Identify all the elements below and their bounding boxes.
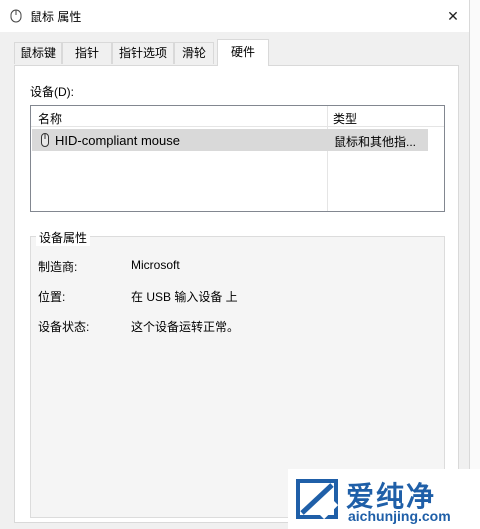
window-title: 鼠标 属性 bbox=[30, 10, 82, 24]
title-bar: 鼠标 属性 ✕ bbox=[0, 0, 469, 32]
tab-label: 指针 bbox=[74, 46, 99, 60]
tab-wheel[interactable]: 滑轮 bbox=[174, 42, 214, 64]
device-status-label: 设备状态: bbox=[38, 320, 90, 334]
close-button[interactable]: ✕ bbox=[437, 0, 469, 32]
tab-label: 鼠标键 bbox=[20, 46, 57, 60]
column-separator[interactable] bbox=[327, 106, 328, 211]
device-name: HID-compliant mouse bbox=[55, 133, 180, 148]
devices-label: 设备(D): bbox=[30, 85, 74, 99]
aichunjing-logo-icon bbox=[296, 479, 339, 520]
mouse-icon bbox=[10, 9, 22, 23]
mouse-icon bbox=[41, 133, 49, 147]
device-list-header: 名称 类型 bbox=[31, 106, 444, 127]
location-label: 位置: bbox=[38, 290, 66, 304]
column-header-type[interactable]: 类型 bbox=[333, 110, 357, 127]
watermark-url: aichunjing.com bbox=[348, 508, 451, 524]
device-row[interactable]: HID-compliant mouse 鼠标和其他指... bbox=[32, 129, 428, 151]
tab-label: 滑轮 bbox=[181, 46, 206, 60]
manufacturer-value: Microsoft bbox=[131, 258, 180, 272]
device-status-value: 这个设备运转正常。 bbox=[131, 320, 240, 334]
tab-buttons[interactable]: 鼠标键 bbox=[14, 42, 62, 64]
tab-pointers[interactable]: 指针 bbox=[62, 42, 112, 64]
tab-label: 指针选项 bbox=[118, 46, 167, 60]
manufacturer-label: 制造商: bbox=[38, 260, 78, 274]
watermark: 爱纯净 aichunjing.com bbox=[288, 469, 480, 529]
device-properties-title: 设备属性 bbox=[36, 229, 91, 246]
tab-hardware[interactable]: 硬件 bbox=[217, 39, 269, 66]
tab-pointer-options[interactable]: 指针选项 bbox=[112, 42, 174, 64]
close-icon: ✕ bbox=[447, 7, 459, 24]
background-window-edge bbox=[470, 0, 480, 529]
device-list[interactable]: 名称 类型 HID-compliant mouse 鼠标和其他指... bbox=[30, 105, 445, 212]
column-header-name[interactable]: 名称 bbox=[38, 110, 62, 127]
device-type: 鼠标和其他指... bbox=[334, 135, 417, 149]
mouse-properties-dialog: 鼠标 属性 ✕ 鼠标键 指针 指针选项 滑轮 硬件 设备(D): 名称 类型 H… bbox=[0, 0, 470, 529]
location-value: 在 USB 输入设备 上 bbox=[131, 290, 238, 304]
tab-label: 硬件 bbox=[230, 45, 255, 59]
